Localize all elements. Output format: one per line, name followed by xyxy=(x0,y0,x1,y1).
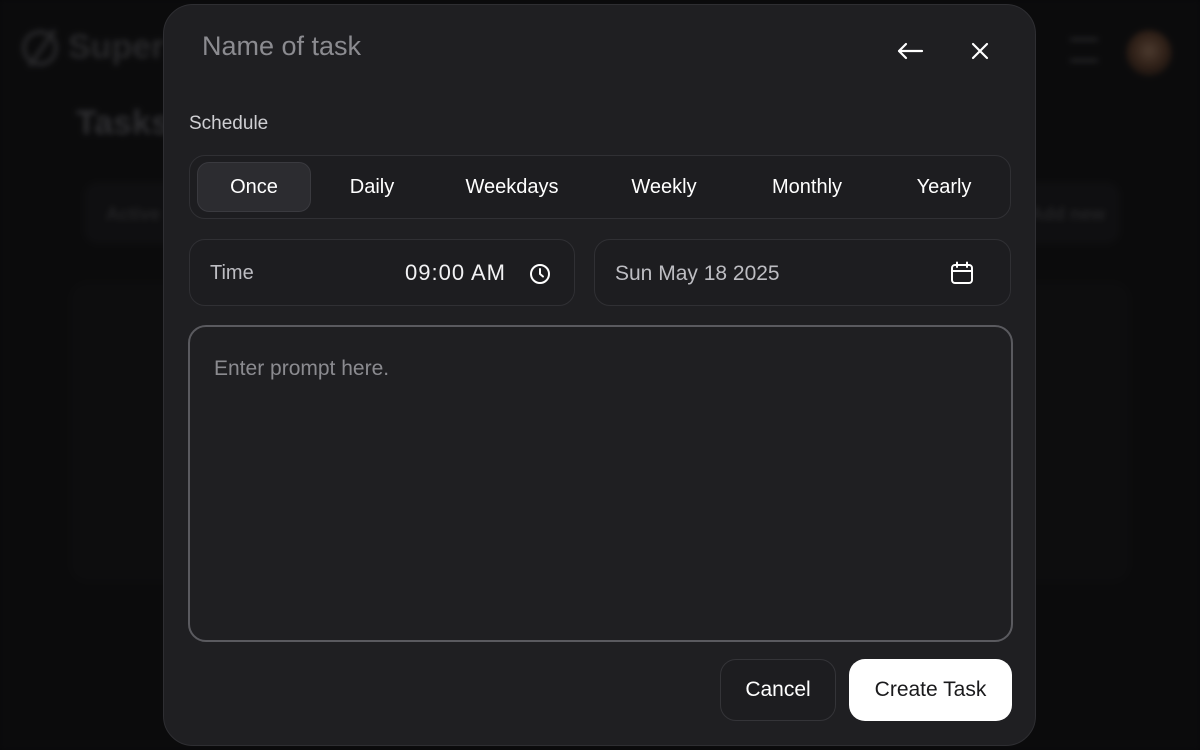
schedule-option-monthly[interactable]: Monthly xyxy=(740,162,874,212)
schedule-label: Schedule xyxy=(189,113,269,134)
arrow-left-icon xyxy=(897,42,924,60)
clock-icon[interactable] xyxy=(528,262,552,286)
create-task-modal: Name of task Schedule Once Daily Weekday… xyxy=(163,4,1036,746)
schedule-option-once[interactable]: Once xyxy=(197,162,311,212)
back-button[interactable] xyxy=(892,33,928,69)
cancel-button[interactable]: Cancel xyxy=(720,659,836,721)
schedule-option-weekdays[interactable]: Weekdays xyxy=(440,162,584,212)
calendar-icon[interactable] xyxy=(949,260,975,286)
time-input[interactable]: 09:00 AM xyxy=(405,260,513,286)
schedule-selector: Once Daily Weekdays Weekly Monthly Yearl… xyxy=(189,155,1011,219)
close-button[interactable] xyxy=(962,33,998,69)
task-name-input[interactable]: Name of task xyxy=(202,31,802,62)
time-field[interactable]: Time 09:00 AM xyxy=(189,239,575,306)
prompt-input[interactable] xyxy=(188,325,1013,642)
time-label: Time xyxy=(210,262,254,284)
date-value: Sun May 18 2025 xyxy=(615,262,780,285)
date-field[interactable]: Sun May 18 2025 xyxy=(594,239,1011,306)
schedule-option-daily[interactable]: Daily xyxy=(318,162,426,212)
create-task-button[interactable]: Create Task xyxy=(849,659,1012,721)
schedule-option-weekly[interactable]: Weekly xyxy=(602,162,726,212)
close-icon xyxy=(971,42,989,60)
schedule-option-yearly[interactable]: Yearly xyxy=(888,162,1000,212)
